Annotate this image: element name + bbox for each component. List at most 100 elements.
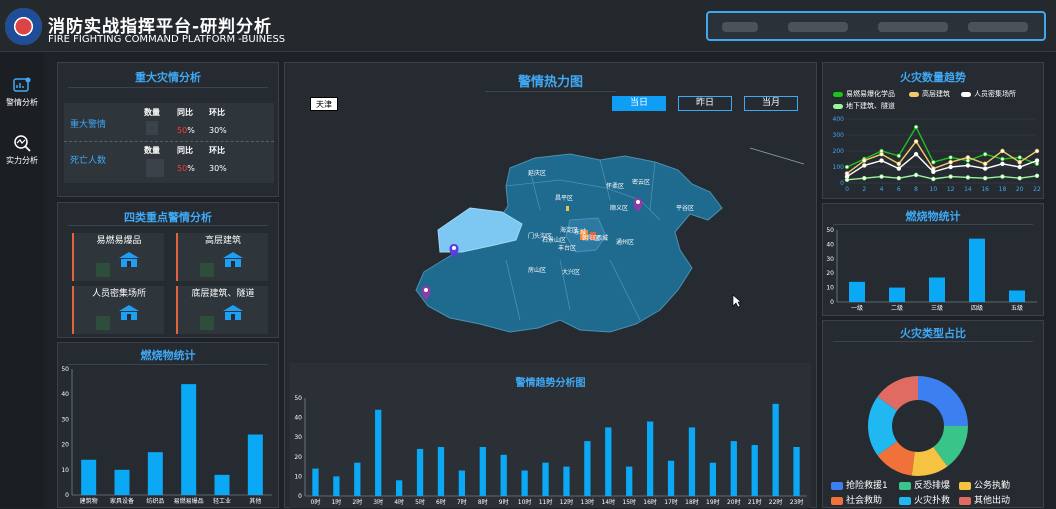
data-point[interactable] <box>844 164 850 170</box>
data-point[interactable] <box>862 163 867 168</box>
legend-item[interactable]: 公务执勤 <box>959 478 1010 491</box>
data-point[interactable] <box>879 158 884 163</box>
legend-item[interactable]: 火灾扑救 <box>899 493 950 506</box>
bar[interactable] <box>793 447 800 496</box>
category-card-high-rise[interactable]: 高层建筑 <box>176 233 268 281</box>
data-point[interactable] <box>948 155 953 160</box>
data-point[interactable] <box>1000 174 1005 179</box>
sidebar-item-alert-analysis[interactable]: 警情分析 <box>0 76 44 108</box>
bar[interactable] <box>395 480 403 496</box>
bar[interactable] <box>500 454 507 496</box>
bar[interactable] <box>709 462 717 496</box>
bar[interactable] <box>688 427 696 496</box>
bar[interactable] <box>1009 290 1025 302</box>
bar[interactable] <box>247 434 263 495</box>
bar[interactable] <box>354 462 361 496</box>
blurred-text <box>878 22 948 32</box>
bar[interactable] <box>542 462 549 496</box>
data-point[interactable] <box>1017 164 1022 170</box>
data-point[interactable] <box>982 152 988 157</box>
data-point[interactable] <box>965 163 971 168</box>
bar[interactable] <box>458 470 466 496</box>
data-point[interactable] <box>1034 158 1040 163</box>
data-point[interactable] <box>913 124 919 130</box>
bar[interactable] <box>416 448 424 496</box>
data-point[interactable] <box>896 161 902 166</box>
data-point[interactable] <box>965 175 971 180</box>
bar[interactable] <box>214 474 230 495</box>
bar[interactable] <box>969 238 985 302</box>
beijing-map[interactable]: 延庆区 怀柔区 密云区 昌平区 顺义区 平谷区 门头沟区 海淀区 朝阳区 石景山… <box>410 140 740 340</box>
user-info-box[interactable] <box>706 11 1046 41</box>
bar[interactable] <box>181 384 197 495</box>
legend-item[interactable]: 抢险救援1 <box>831 478 888 491</box>
legend-item[interactable]: 社会救助 <box>831 493 882 506</box>
data-point[interactable] <box>1017 160 1022 165</box>
data-point[interactable] <box>982 161 988 166</box>
bar[interactable] <box>605 427 612 496</box>
bar[interactable] <box>646 421 654 496</box>
legend-item[interactable]: 人员密集场所 <box>961 89 1016 99</box>
category-card-underground[interactable]: 底层建筑、隧道 <box>176 286 268 334</box>
bar[interactable] <box>114 469 130 495</box>
data-point[interactable] <box>896 175 902 181</box>
tab-today[interactable]: 当日 <box>612 96 666 111</box>
data-point[interactable] <box>1000 148 1005 154</box>
data-point[interactable] <box>1034 148 1040 154</box>
bar[interactable] <box>81 459 97 495</box>
legend-item[interactable]: 反恐排爆 <box>899 478 950 491</box>
bar[interactable] <box>333 476 340 496</box>
data-point[interactable] <box>965 155 971 160</box>
data-point[interactable] <box>931 160 936 165</box>
pie-slice[interactable] <box>918 376 968 426</box>
data-point[interactable] <box>896 153 902 158</box>
data-point[interactable] <box>896 166 902 171</box>
bar[interactable] <box>584 441 591 496</box>
data-point[interactable] <box>913 139 919 144</box>
bar[interactable] <box>730 441 737 496</box>
bar[interactable] <box>889 287 905 302</box>
data-point[interactable] <box>913 152 919 157</box>
data-point[interactable] <box>1017 175 1022 181</box>
category-card-crowded[interactable]: 人员密集场所 <box>72 286 164 334</box>
bar[interactable] <box>312 468 319 496</box>
tab-yesterday[interactable]: 昨日 <box>678 96 732 111</box>
bar[interactable] <box>849 281 865 302</box>
bar[interactable] <box>751 445 758 496</box>
bar[interactable] <box>929 277 945 302</box>
bar[interactable] <box>772 403 779 496</box>
legend-item[interactable]: 易燃易爆化学品 <box>833 89 895 99</box>
legend-item[interactable]: 其他出动 <box>959 493 1010 506</box>
data-point[interactable] <box>913 172 919 178</box>
data-point[interactable] <box>862 158 867 163</box>
bar[interactable] <box>563 466 570 496</box>
data-point[interactable] <box>1000 156 1005 162</box>
data-point[interactable] <box>931 169 936 174</box>
data-point[interactable] <box>844 177 850 182</box>
data-point[interactable] <box>879 174 884 179</box>
bar[interactable] <box>147 452 163 495</box>
data-point[interactable] <box>948 164 953 170</box>
bar[interactable] <box>437 447 445 496</box>
bar[interactable] <box>521 470 528 496</box>
data-point[interactable] <box>1000 161 1005 166</box>
bar[interactable] <box>375 409 382 496</box>
data-point[interactable] <box>931 176 936 182</box>
data-point[interactable] <box>948 174 953 179</box>
data-point[interactable] <box>862 175 867 181</box>
region-select-button[interactable]: 天津 <box>310 97 338 111</box>
data-point[interactable] <box>948 160 953 165</box>
tab-this-month[interactable]: 当月 <box>744 96 798 111</box>
category-card-flammable[interactable]: 易燃易爆品 <box>72 233 164 281</box>
data-point[interactable] <box>879 152 884 157</box>
bar[interactable] <box>667 460 675 496</box>
data-point[interactable] <box>1017 155 1022 160</box>
bar[interactable] <box>479 447 486 496</box>
data-point[interactable] <box>982 166 988 171</box>
legend-item[interactable]: 地下建筑、隧道 <box>833 101 895 111</box>
data-point[interactable] <box>982 175 988 181</box>
bar[interactable] <box>626 466 633 496</box>
sidebar-item-capability-analysis[interactable]: 实力分析 <box>0 134 44 166</box>
legend-item[interactable]: 高层建筑 <box>909 89 950 99</box>
data-point[interactable] <box>1034 173 1040 178</box>
